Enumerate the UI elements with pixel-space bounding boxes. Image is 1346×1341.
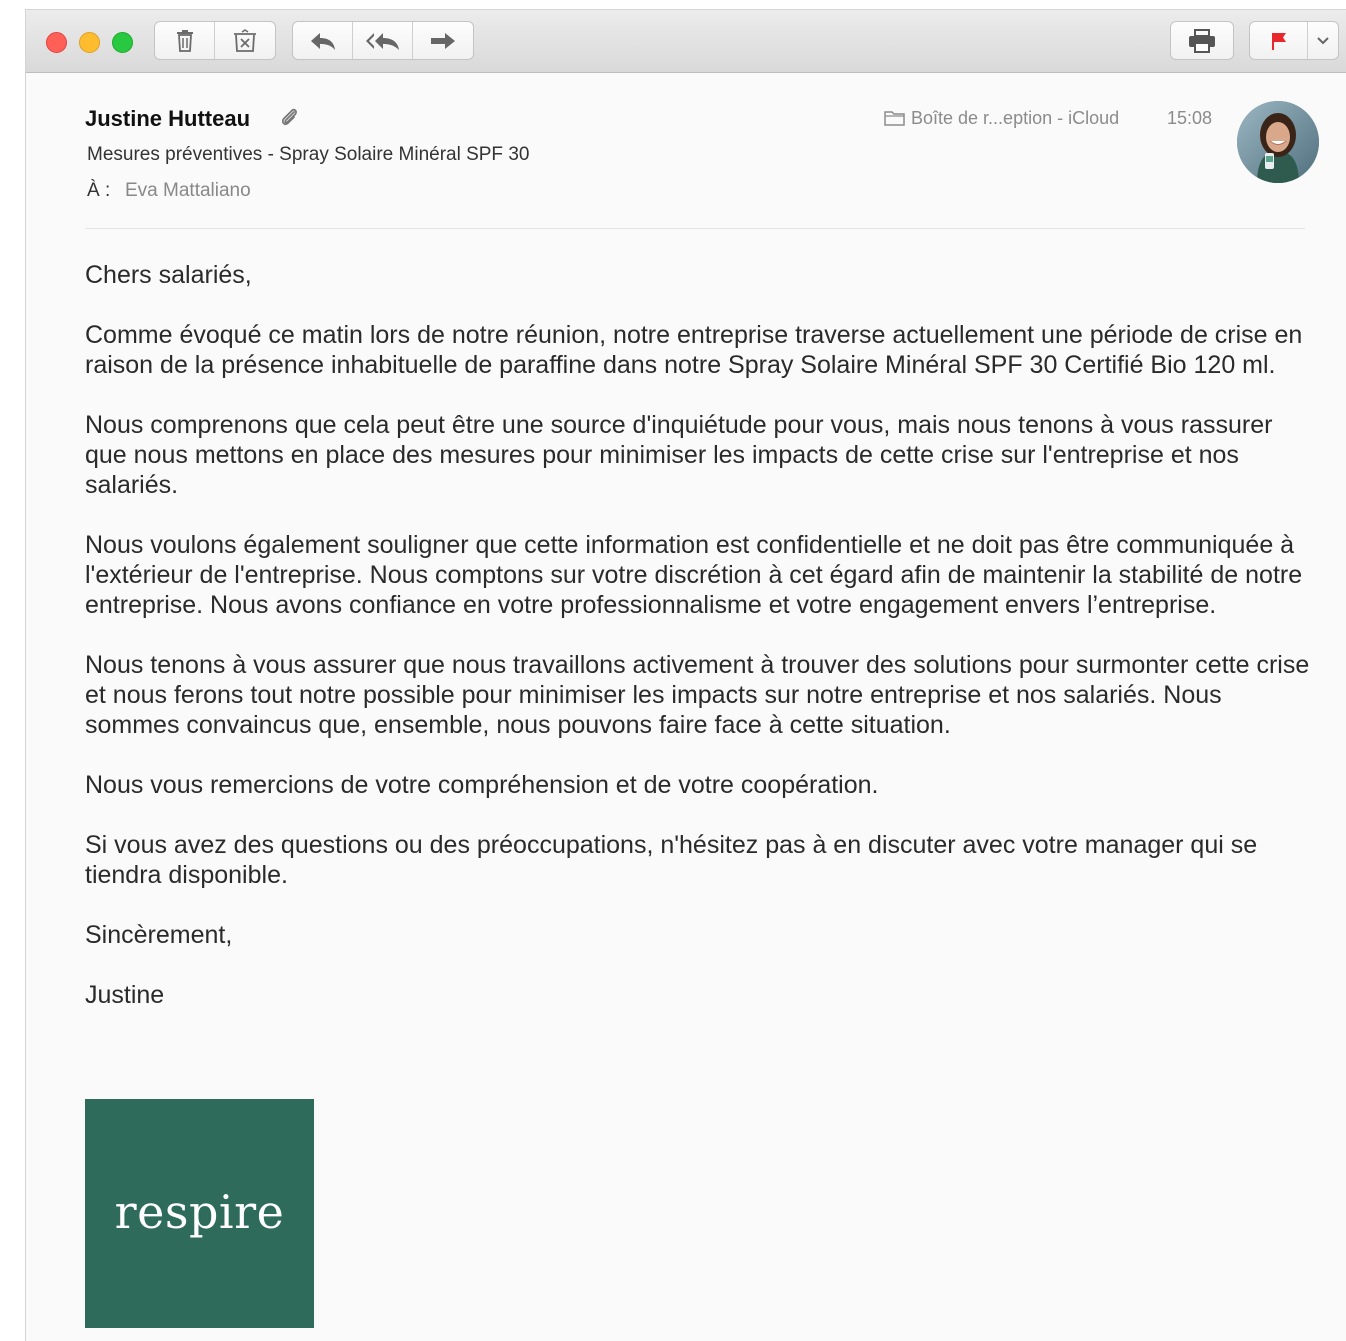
- mailbox-label[interactable]: Boîte de r...eption - iCloud: [911, 108, 1119, 129]
- junk-button[interactable]: [215, 22, 275, 59]
- body-paragraph: Nous vous remercions de votre compréhens…: [85, 771, 879, 799]
- message-subject: Mesures préventives - Spray Solaire Miné…: [87, 144, 530, 165]
- header-divider: [85, 228, 1305, 229]
- logo-text: respire: [114, 1184, 285, 1239]
- body-paragraph: Si vous avez des questions ou des préocc…: [85, 831, 1258, 889]
- toolbar: [26, 10, 1346, 73]
- print-button[interactable]: [1171, 22, 1233, 59]
- avatar: [1237, 101, 1319, 183]
- delete-button[interactable]: [155, 22, 215, 59]
- body-paragraph: Comme évoqué ce matin lors de notre réun…: [85, 321, 1303, 379]
- print-group: [1170, 21, 1234, 60]
- sender-name[interactable]: Justine Hutteau: [85, 106, 250, 132]
- attachment-icon: [279, 106, 299, 133]
- recipient-name[interactable]: Eva Mattaliano: [125, 180, 251, 202]
- greeting: Chers salariés,: [85, 261, 252, 289]
- mail-window: Justine Hutteau Mesures préventives - Sp…: [26, 10, 1346, 1341]
- respire-logo: respire: [85, 1099, 314, 1328]
- body-paragraph: Nous comprenons que cela peut être une s…: [85, 411, 1273, 499]
- reply-button[interactable]: [293, 22, 353, 59]
- trash-icon: [176, 29, 193, 52]
- body-paragraph: Nous voulons également souligner que cet…: [85, 531, 1303, 619]
- message-header: Justine Hutteau Mesures préventives - Sp…: [26, 72, 1346, 242]
- flag-menu-button[interactable]: [1308, 22, 1338, 59]
- flag-button[interactable]: [1250, 22, 1308, 59]
- signature: Justine: [85, 981, 165, 1009]
- delete-junk-group: [154, 21, 276, 60]
- body-paragraph: Nous tenons à vous assurer que nous trav…: [85, 651, 1310, 739]
- message-time: 15:08: [1167, 108, 1213, 128]
- message-body: Chers salariés, Comme évoqué ce matin lo…: [85, 260, 1310, 1040]
- closing: Sincèrement,: [85, 921, 233, 949]
- flag-group: [1249, 21, 1339, 60]
- zoom-window-button[interactable]: [112, 32, 133, 53]
- chevron-down-icon: [1317, 36, 1329, 44]
- forward-icon: [431, 32, 455, 49]
- junk-icon: [234, 28, 256, 52]
- reply-icon: [310, 32, 335, 50]
- reply-all-button[interactable]: [353, 22, 413, 59]
- reply-group: [292, 21, 474, 60]
- print-icon: [1189, 28, 1215, 53]
- close-window-button[interactable]: [46, 32, 67, 53]
- forward-button[interactable]: [413, 22, 473, 59]
- minimize-window-button[interactable]: [79, 32, 100, 53]
- flag-icon: [1271, 32, 1286, 50]
- reply-all-icon: [365, 32, 399, 50]
- folder-icon: [884, 110, 905, 131]
- to-label: À :: [87, 180, 111, 201]
